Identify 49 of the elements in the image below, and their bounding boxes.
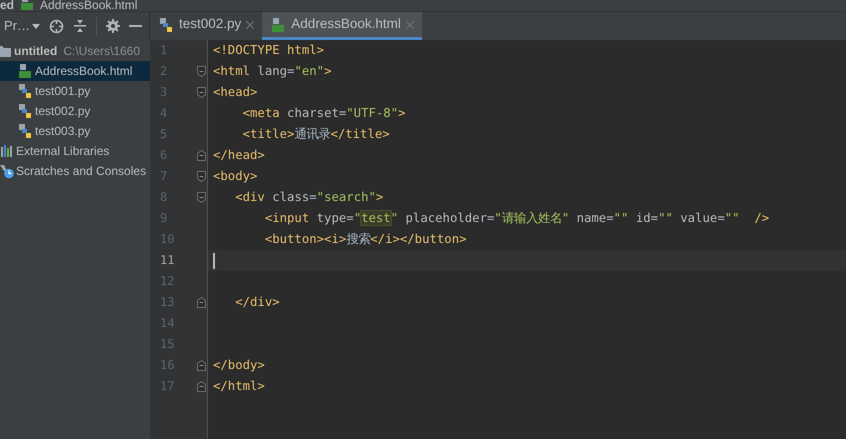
code-line: <head> — [213, 84, 258, 101]
code-line: <button><i>搜索</i></button> — [264, 231, 467, 248]
code-line: <!DOCTYPE html> — [213, 42, 324, 59]
python-file-icon — [17, 83, 33, 99]
fold-marker-icon[interactable] — [197, 87, 206, 98]
fold-marker-icon[interactable] — [197, 381, 206, 392]
collapse-icon[interactable] — [73, 19, 87, 33]
crosshair-icon[interactable] — [49, 18, 64, 34]
text-cursor — [213, 252, 215, 269]
project-view-dropdown[interactable]: Pr… — [4, 16, 40, 36]
code-line: <html lang="en"> — [213, 63, 332, 80]
line-number: 11 — [160, 253, 174, 267]
tree-item[interactable]: Scratches and Consoles — [0, 161, 150, 181]
tree-item[interactable]: test003.py — [0, 121, 150, 141]
editor-tab[interactable]: test002.py — [150, 12, 262, 40]
python-file-icon — [17, 103, 33, 119]
code-line: </div> — [234, 294, 280, 311]
fold-marker-icon[interactable] — [197, 297, 206, 308]
tree-item[interactable]: test002.py — [0, 101, 150, 121]
fold-marker-icon[interactable] — [197, 192, 206, 203]
caret-icon — [32, 24, 40, 28]
fold-marker-icon[interactable] — [197, 171, 206, 182]
code-line: </head> — [213, 147, 265, 164]
fold-marker-icon[interactable] — [197, 150, 206, 161]
html-file-icon — [19, 0, 36, 11]
folder-icon — [0, 44, 12, 58]
tree-item[interactable]: External Libraries — [0, 141, 150, 161]
python-file-icon — [158, 16, 174, 32]
code-line: </html> — [213, 378, 265, 395]
libraries-icon — [0, 144, 14, 158]
code-line: <meta charset="UTF-8"> — [242, 105, 406, 122]
tree-item[interactable]: AddressBook.html — [0, 61, 150, 81]
breadcrumb-item[interactable]: ed — [0, 0, 14, 11]
tree-item[interactable]: untitled C:\Users\1660 — [0, 41, 150, 61]
scratches-icon — [0, 163, 14, 179]
code-line: <title>通讯录</title> — [242, 126, 390, 143]
html-file-icon — [270, 16, 286, 32]
tree-item[interactable]: test001.py — [0, 81, 150, 101]
code-line: <body> — [213, 168, 258, 185]
html-file-icon — [17, 63, 33, 79]
code-line: <div class="search"> — [234, 189, 384, 206]
fold-marker-icon[interactable] — [197, 360, 206, 371]
code-line: <input type="test" placeholder="请输入姓名" name="" id="" value="" /> — [264, 210, 770, 227]
breadcrumb-item[interactable]: AddressBook.html — [40, 0, 138, 11]
editor-tab[interactable]: AddressBook.html — [262, 12, 422, 40]
settings-icon[interactable] — [106, 19, 120, 33]
code-line: </body> — [213, 357, 265, 374]
fold-marker-icon[interactable] — [197, 66, 206, 77]
python-file-icon — [17, 123, 33, 139]
